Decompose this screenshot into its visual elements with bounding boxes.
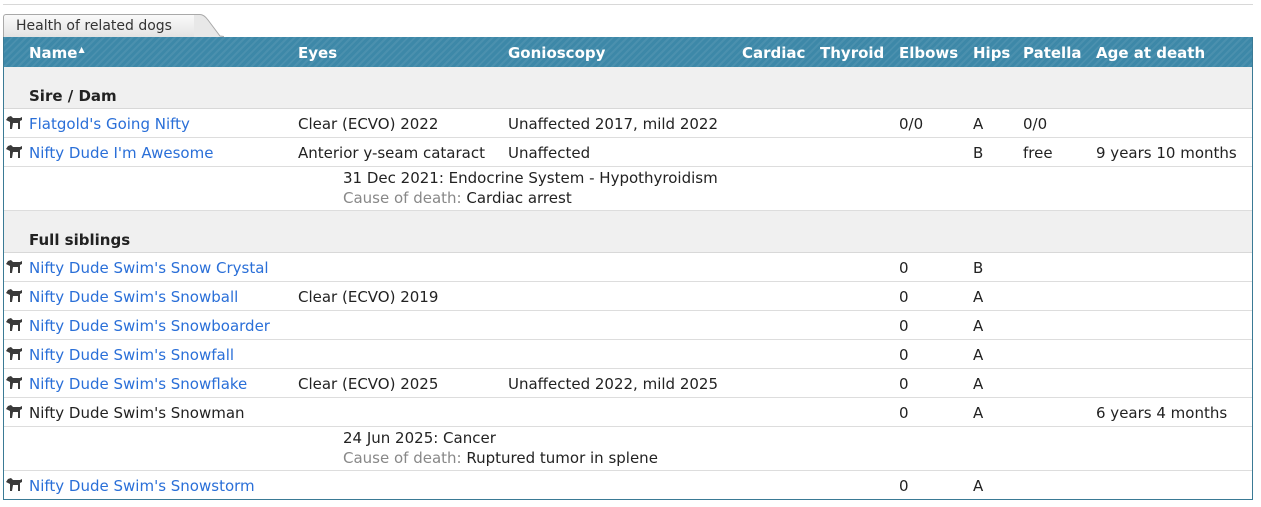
column-header-cardiac[interactable]: Cardiac	[742, 44, 805, 62]
cell-hips: A	[973, 317, 984, 335]
sort-ascending-icon: ▲	[78, 45, 85, 54]
cause-of-death-value: Ruptured tumor in splene	[466, 449, 658, 467]
cell-gonioscopy: Unaffected 2017, mild 2022	[508, 115, 719, 133]
column-header-gonioscopy[interactable]: Gonioscopy	[508, 44, 605, 62]
table-row: Nifty Dude Swim's Snow Crystal 0 B	[4, 253, 1252, 282]
cell-hips: A	[973, 404, 984, 422]
dog-silhouette-icon	[5, 345, 23, 361]
cause-of-death: Cause of death: Cardiac arrest	[343, 189, 572, 207]
column-header-hips[interactable]: Hips	[973, 44, 1010, 62]
cell-hips: B	[973, 144, 984, 162]
dog-name-link[interactable]: Nifty Dude Swim's Snowfall	[29, 346, 234, 364]
cell-eyes: Anterior y-seam cataract	[298, 144, 485, 162]
dog-name-link[interactable]: Nifty Dude I'm Awesome	[29, 144, 213, 162]
table-row: Nifty Dude Swim's Snowman 0 A 6 years 4 mon…	[4, 398, 1252, 427]
health-event: 31 Dec 2021: Endocrine System - Hypothyr…	[343, 169, 718, 187]
cell-patella: 0/0	[1023, 115, 1048, 133]
dog-silhouette-icon	[5, 143, 23, 159]
dog-silhouette-icon	[5, 114, 23, 130]
table-row: Nifty Dude Swim's Snowstorm 0 A	[4, 471, 1252, 499]
column-header-age-at-death[interactable]: Age at death	[1096, 44, 1205, 62]
section-title: Sire / Dam	[29, 87, 117, 105]
cell-gonioscopy: Unaffected	[508, 144, 591, 162]
cell-elbows: 0	[899, 477, 909, 495]
table-row: Nifty Dude Swim's Snowflake Clear (ECVO) …	[4, 369, 1252, 398]
tab-corner	[194, 14, 224, 37]
dog-name: Nifty Dude Swim's Snowman	[29, 404, 245, 422]
table-row: Flatgold's Going Nifty Clear (ECVO) 2022 U…	[4, 109, 1252, 138]
dog-silhouette-icon	[5, 316, 23, 332]
cause-of-death-label: Cause of death:	[343, 449, 462, 467]
table-header: Name▲ Eyes Gonioscopy Cardiac Thyroid El…	[4, 37, 1252, 67]
cell-hips: A	[973, 477, 984, 495]
cell-elbows: 0	[899, 375, 909, 393]
cell-eyes: Clear (ECVO) 2019	[298, 288, 439, 306]
cell-eyes: Clear (ECVO) 2025	[298, 375, 439, 393]
table-row: Nifty Dude I'm Awesome Anterior y-seam ca…	[4, 138, 1252, 167]
tab-health-of-related-dogs[interactable]: Health of related dogs	[3, 14, 195, 37]
table-row: Nifty Dude Swim's Snowfall 0 A	[4, 340, 1252, 369]
dog-name-link[interactable]: Nifty Dude Swim's Snowball	[29, 288, 238, 306]
dog-name-link[interactable]: Nifty Dude Swim's Snowboarder	[29, 317, 270, 335]
cell-hips: B	[973, 259, 984, 277]
column-header-elbows[interactable]: Elbows	[899, 44, 958, 62]
column-header-name[interactable]: Name▲	[29, 44, 85, 62]
dog-silhouette-icon	[5, 287, 23, 303]
table-row: Nifty Dude Swim's Snowball Clear (ECVO) 2…	[4, 282, 1252, 311]
dog-silhouette-icon	[5, 403, 23, 419]
dog-silhouette-icon	[5, 374, 23, 390]
column-header-eyes[interactable]: Eyes	[298, 44, 337, 62]
tab-label: Health of related dogs	[16, 18, 172, 34]
cell-gonioscopy: Unaffected 2022, mild 2025	[508, 375, 719, 393]
cell-elbows: 0	[899, 259, 909, 277]
dog-silhouette-icon	[5, 258, 23, 274]
column-header-thyroid[interactable]: Thyroid	[820, 44, 884, 62]
cell-age-at-death: 9 years 10 months	[1096, 144, 1237, 162]
related-dogs-table: Name▲ Eyes Gonioscopy Cardiac Thyroid El…	[3, 37, 1253, 500]
column-header-patella[interactable]: Patella	[1023, 44, 1081, 62]
cell-patella: free	[1023, 144, 1053, 162]
cell-eyes: Clear (ECVO) 2022	[298, 115, 439, 133]
health-detail-row: 31 Dec 2021: Endocrine System - Hypothyr…	[4, 167, 1252, 211]
cell-elbows: 0/0	[899, 115, 924, 133]
cell-elbows: 0	[899, 404, 909, 422]
cell-hips: A	[973, 115, 984, 133]
cause-of-death-value: Cardiac arrest	[466, 189, 572, 207]
cell-elbows: 0	[899, 346, 909, 364]
dog-name-link[interactable]: Flatgold's Going Nifty	[29, 115, 190, 133]
dog-name-link[interactable]: Nifty Dude Swim's Snow Crystal	[29, 259, 269, 277]
cell-hips: A	[973, 375, 984, 393]
cause-of-death-label: Cause of death:	[343, 189, 462, 207]
health-detail-row: 24 Jun 2025: Cancer Cause of death: Ruptu…	[4, 427, 1252, 471]
dog-name-link[interactable]: Nifty Dude Swim's Snowflake	[29, 375, 247, 393]
dog-silhouette-icon	[5, 476, 23, 492]
cell-hips: A	[973, 288, 984, 306]
section-title: Full siblings	[29, 231, 131, 249]
table-row: Nifty Dude Swim's Snowboarder 0 A	[4, 311, 1252, 340]
cause-of-death: Cause of death: Ruptured tumor in splene	[343, 449, 658, 467]
cell-elbows: 0	[899, 317, 909, 335]
dog-name-link[interactable]: Nifty Dude Swim's Snowstorm	[29, 477, 255, 495]
cell-hips: A	[973, 346, 984, 364]
section-header: Sire / Dam	[4, 67, 1252, 109]
cell-age-at-death: 6 years 4 months	[1096, 404, 1228, 422]
cell-elbows: 0	[899, 288, 909, 306]
section-header: Full siblings	[4, 211, 1252, 253]
top-divider	[3, 4, 1253, 5]
health-event: 24 Jun 2025: Cancer	[343, 429, 496, 447]
